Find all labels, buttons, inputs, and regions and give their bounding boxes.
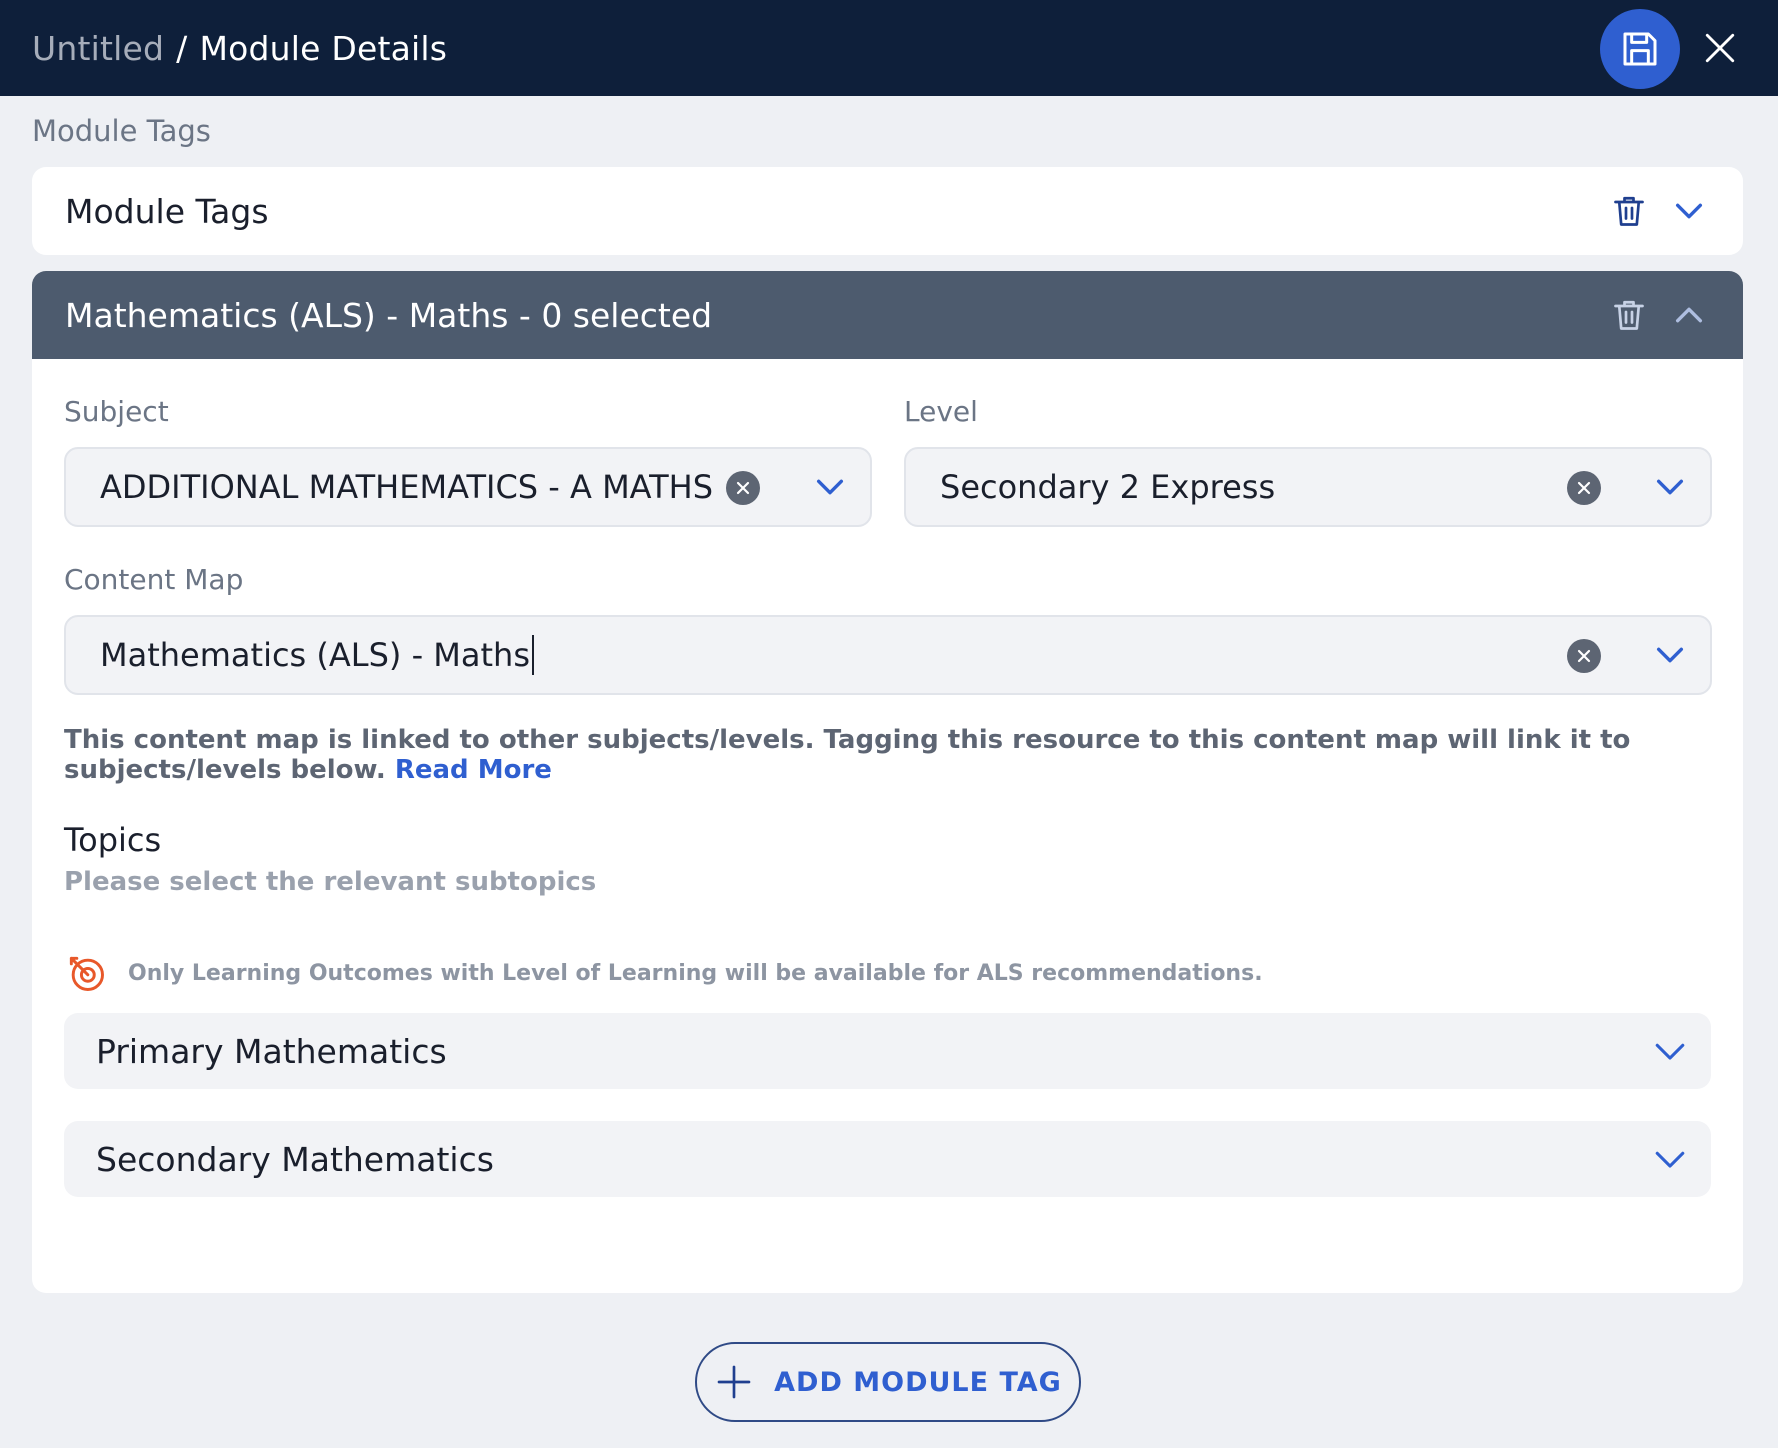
als-notice: Only Learning Outcomes with Level of Lea…	[64, 951, 1263, 995]
trash-icon	[1614, 196, 1644, 226]
chevron-down-icon	[1655, 1151, 1685, 1168]
close-icon	[1705, 33, 1735, 63]
add-module-tag-button[interactable]: ADD MODULE TAG	[695, 1342, 1081, 1422]
subject-dropdown-button[interactable]	[810, 467, 850, 507]
content-map-dropdown-button[interactable]	[1650, 635, 1690, 675]
chevron-down-icon	[1655, 1043, 1685, 1060]
content-map-label: Content Map	[64, 563, 244, 596]
target-icon	[69, 956, 104, 991]
expand-tag-button[interactable]	[1667, 189, 1711, 233]
collapse-tag-button[interactable]	[1667, 293, 1711, 337]
chevron-down-icon	[1656, 479, 1684, 495]
card-title: Mathematics (ALS) - Maths - 0 selected	[65, 295, 713, 335]
chevron-down-icon	[816, 479, 844, 495]
content-map-info-text: This content map is linked to other subj…	[64, 725, 1631, 785]
accordion-toggle[interactable]	[1650, 1031, 1690, 1071]
chevron-up-icon	[1675, 307, 1703, 323]
accordion-primary-mathematics[interactable]: Primary Mathematics	[64, 1013, 1711, 1089]
subject-value: ADDITIONAL MATHEMATICS - A MATHS	[100, 468, 713, 506]
trash-icon	[1614, 300, 1644, 330]
topics-title: Topics	[64, 821, 162, 859]
delete-tag-button[interactable]	[1607, 293, 1651, 337]
module-tag-card-expanded: Mathematics (ALS) - Maths - 0 selected S…	[32, 271, 1743, 1293]
als-notice-text: Only Learning Outcomes with Level of Lea…	[128, 960, 1263, 986]
content-map-value: Mathematics (ALS) - Maths	[100, 617, 534, 693]
subject-clear-button[interactable]	[726, 471, 760, 505]
delete-tag-button[interactable]	[1607, 189, 1651, 233]
level-value: Secondary 2 Express	[940, 468, 1276, 506]
accordion-toggle[interactable]	[1650, 1139, 1690, 1179]
topics-subtitle: Please select the relevant subtopics	[64, 867, 597, 897]
top-bar: Untitled / Module Details	[0, 0, 1778, 96]
card-title: Module Tags	[65, 191, 269, 231]
content-map-clear-button[interactable]	[1567, 639, 1601, 673]
content-map-info: This content map is linked to other subj…	[64, 725, 1714, 785]
chevron-down-icon	[1656, 647, 1684, 663]
breadcrumb: Untitled / Module Details	[32, 0, 447, 96]
level-select[interactable]: Secondary 2 Express	[904, 447, 1712, 527]
clear-icon	[736, 481, 750, 495]
add-module-tag-label: ADD MODULE TAG	[774, 1366, 1062, 1398]
accordion-secondary-mathematics[interactable]: Secondary Mathematics	[64, 1121, 1711, 1197]
module-tag-card-collapsed[interactable]: Module Tags	[32, 167, 1743, 255]
breadcrumb-root[interactable]: Untitled	[32, 29, 164, 68]
read-more-link[interactable]: Read More	[395, 755, 552, 785]
accordion-label: Secondary Mathematics	[96, 1139, 494, 1179]
accordion-label: Primary Mathematics	[96, 1031, 447, 1071]
floppy-disk-icon	[1623, 32, 1657, 66]
card-header[interactable]: Mathematics (ALS) - Maths - 0 selected	[32, 271, 1743, 359]
save-button[interactable]	[1600, 9, 1680, 89]
chevron-down-icon	[1675, 203, 1703, 219]
close-button[interactable]	[1700, 28, 1740, 68]
subject-select[interactable]: ADDITIONAL MATHEMATICS - A MATHS	[64, 447, 872, 527]
level-label: Level	[904, 395, 978, 428]
level-clear-button[interactable]	[1567, 471, 1601, 505]
text-caret	[532, 635, 534, 675]
breadcrumb-separator: /	[176, 28, 188, 68]
clear-icon	[1577, 481, 1591, 495]
content-map-input[interactable]: Mathematics (ALS) - Maths	[64, 615, 1712, 695]
level-dropdown-button[interactable]	[1650, 467, 1690, 507]
breadcrumb-current: Module Details	[199, 28, 448, 68]
subject-label: Subject	[64, 395, 169, 428]
section-label: Module Tags	[32, 114, 211, 148]
clear-icon	[1577, 649, 1591, 663]
plus-icon	[714, 1362, 754, 1402]
content-map-text: Mathematics (ALS) - Maths	[100, 636, 530, 674]
